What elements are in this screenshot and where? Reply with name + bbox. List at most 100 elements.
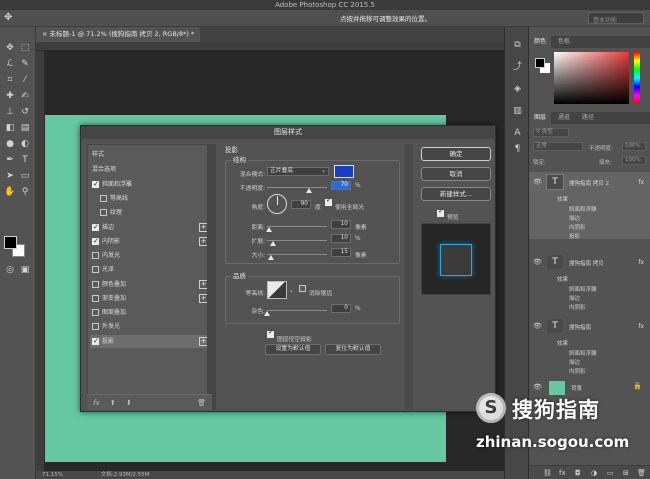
effect-item[interactable]: 描边 — [569, 358, 580, 366]
distance-slider-knob[interactable] — [266, 227, 273, 232]
gradient-icon[interactable]: ▤ — [18, 121, 32, 135]
style-item-inner-glow[interactable]: 内发光 — [90, 249, 211, 262]
distance-input[interactable]: 10 — [331, 220, 351, 229]
checkbox[interactable] — [92, 221, 99, 234]
mask-icon[interactable]: ◘ — [575, 469, 581, 477]
new-layer-icon[interactable]: ⊞ — [623, 469, 629, 477]
styles-icon[interactable]: ▥ — [511, 105, 524, 118]
checkbox[interactable] — [100, 195, 107, 202]
checkbox[interactable] — [92, 178, 99, 191]
checkbox[interactable] — [92, 323, 99, 330]
effect-item[interactable]: 描边 — [569, 214, 580, 222]
link-icon[interactable]: ⛓ — [543, 469, 552, 477]
layer-name[interactable]: 搜狗指南 拷贝 — [569, 259, 604, 267]
stamp-icon[interactable]: ⊥ — [3, 105, 17, 119]
dodge-icon[interactable]: ◐ — [18, 137, 32, 151]
shadow-color-swatch[interactable] — [334, 165, 354, 178]
foreground-color-swatch[interactable] — [4, 236, 17, 249]
effect-item[interactable]: 内阴影 — [569, 223, 586, 231]
style-item-stroke[interactable]: 描边+ — [90, 221, 211, 234]
checkbox[interactable] — [92, 335, 99, 348]
style-item-outer-glow[interactable]: 外发光 — [90, 320, 211, 333]
effect-item[interactable]: 斜面和浮雕 — [569, 285, 597, 293]
zoom-icon[interactable]: ⚲ — [18, 185, 32, 199]
zoom-readout[interactable]: 71.15% — [42, 472, 63, 478]
fx-icon[interactable]: fx — [638, 259, 644, 266]
trash-icon[interactable]: 🗑 — [637, 469, 646, 477]
effect-item[interactable]: 描边 — [569, 294, 580, 302]
paragraph-icon[interactable]: ¶ — [511, 143, 524, 156]
arrow-up-icon[interactable]: ⬆ — [110, 399, 116, 407]
size-input[interactable]: 15 — [331, 248, 351, 257]
close-icon[interactable]: × — [42, 30, 47, 38]
opacity-field[interactable]: 100% — [622, 142, 646, 151]
tab-layers[interactable]: 图层 — [529, 112, 552, 124]
angle-dial[interactable] — [267, 194, 287, 214]
layer-name[interactable]: 背景 — [571, 384, 582, 392]
layer-filter-select[interactable]: ⚲ 类型 — [533, 128, 569, 137]
styles-header[interactable]: 样式 — [92, 148, 213, 161]
style-item-gradient-overlay[interactable]: 渐变叠加 + — [90, 292, 211, 305]
adjustment-layer-icon[interactable]: ◑ — [591, 469, 597, 477]
path-select-icon[interactable]: ➤ — [3, 169, 17, 183]
move-icon[interactable]: ✥ — [3, 41, 17, 55]
reset-default-button[interactable]: 复位为默认值 — [325, 344, 381, 355]
style-item-pattern-overlay[interactable]: 图案叠加 — [90, 306, 211, 319]
actions-icon[interactable]: ⤴ — [511, 61, 524, 74]
panel-foreground-swatch[interactable] — [535, 58, 545, 68]
move-icon[interactable]: ✥ — [4, 12, 22, 24]
checkbox[interactable] — [92, 295, 99, 302]
effect-item[interactable]: 内阴影 — [569, 367, 586, 375]
group-icon[interactable]: ▭ — [607, 469, 614, 477]
history-brush-icon[interactable]: ↺ — [18, 105, 32, 119]
new-style-button[interactable]: 新建样式... — [421, 187, 491, 201]
fx-icon[interactable]: fx — [559, 469, 566, 477]
angle-input[interactable]: 90 — [291, 200, 311, 209]
tab-paths[interactable]: 路径 — [577, 112, 599, 124]
opacity-input[interactable]: 70 — [331, 181, 351, 190]
checkbox[interactable] — [92, 266, 99, 273]
noise-slider-knob[interactable] — [264, 311, 270, 316]
color-field[interactable] — [554, 52, 629, 104]
checkbox[interactable] — [92, 252, 99, 259]
size-slider[interactable] — [267, 254, 327, 255]
effect-item[interactable]: 斜面和浮雕 — [569, 349, 597, 357]
opacity-slider-knob[interactable] — [306, 188, 312, 193]
layer-row[interactable]: 👁 T 搜狗指南 拷贝 fx 效果 斜面和浮雕 描边 内阴影 — [529, 252, 650, 314]
crop-icon[interactable]: ⌗ — [3, 73, 17, 87]
adjustments-icon[interactable]: ◈ — [511, 83, 524, 96]
fill-field[interactable]: 100% — [622, 156, 646, 165]
document-tab[interactable]: × 未标题-1 @ 71.2% (搜狗指南 拷贝 2, RGB/8*) * — [36, 27, 201, 42]
pen-icon[interactable]: ✒ — [3, 153, 17, 167]
checkbox[interactable] — [92, 281, 99, 288]
preview-checkbox[interactable] — [437, 207, 444, 217]
arrow-down-icon[interactable]: ⬇ — [126, 399, 132, 407]
checkbox[interactable] — [92, 309, 99, 316]
layer-row[interactable]: 👁 T 搜狗指南 fx 效果 斜面和浮雕 描边 内阴影 — [529, 316, 650, 375]
screen-mode-icon[interactable]: ▣ — [18, 263, 32, 277]
noise-slider[interactable] — [267, 310, 327, 311]
history-icon[interactable]: ⧉ — [511, 39, 524, 52]
global-light-checkbox[interactable] — [325, 196, 332, 206]
layer-row[interactable]: 👁 T 搜狗指南 拷贝 2 fx 效果 斜面和浮雕 描边 内阴影 投影 — [529, 172, 650, 240]
spread-slider[interactable] — [267, 240, 327, 241]
brush-icon[interactable]: ✍ — [18, 89, 32, 103]
set-default-button[interactable]: 设置为默认值 — [265, 344, 321, 355]
quick-select-icon[interactable]: ✎ — [18, 57, 32, 71]
style-item-contour[interactable]: 等高线 — [90, 192, 211, 205]
blend-mode-select[interactable]: 正片叠底 ⌄ — [267, 167, 329, 176]
style-item-texture[interactable]: 纹理 — [90, 206, 211, 219]
ok-button[interactable]: 确定 — [421, 147, 491, 161]
effect-item[interactable]: 内阴影 — [569, 303, 586, 311]
blend-mode-select[interactable]: 正常 — [533, 142, 583, 151]
workspace-select[interactable]: 基本功能 — [588, 12, 644, 24]
eyedropper-icon[interactable]: ⁄ — [18, 73, 32, 87]
tab-channels[interactable]: 通道 — [553, 112, 575, 124]
blur-icon[interactable]: ● — [3, 137, 17, 151]
fx-icon[interactable]: fx — [638, 179, 644, 186]
size-slider-knob[interactable] — [267, 255, 274, 260]
hand-icon[interactable]: ✋ — [3, 185, 17, 199]
fx-menu-button[interactable]: fx — [93, 399, 100, 407]
checkbox[interactable] — [100, 209, 107, 216]
contour-picker[interactable] — [267, 281, 287, 299]
